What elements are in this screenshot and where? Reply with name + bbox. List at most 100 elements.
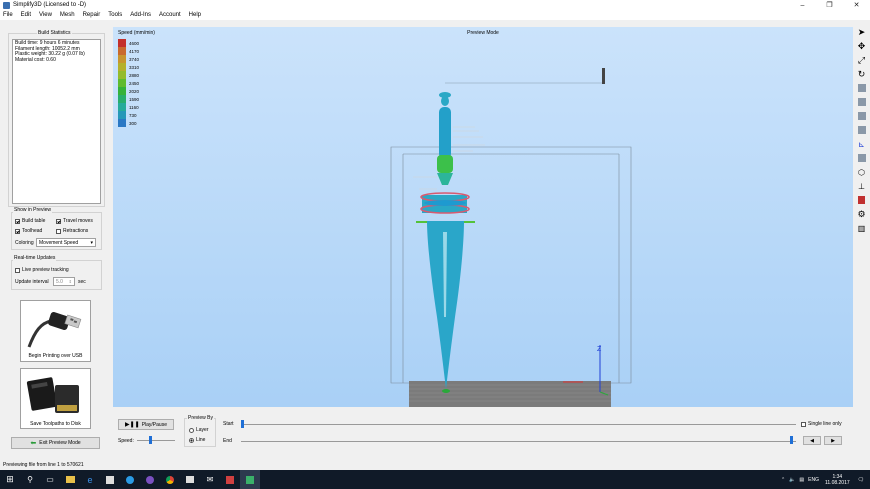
exit-preview-label: Exit Preview Mode (39, 440, 81, 446)
menu-add-ins[interactable]: Add-Ins (130, 12, 151, 18)
exit-preview-button[interactable]: ⬅ Exit Preview Mode (11, 437, 100, 449)
taskbar-edge[interactable]: e (80, 470, 100, 489)
language-indicator[interactable]: ENG (808, 477, 819, 483)
cube-icon (857, 98, 866, 106)
network-icon[interactable]: ▤ (799, 477, 804, 483)
rotate-tool-button[interactable]: ↻ (856, 68, 868, 80)
supports-button[interactable] (856, 194, 868, 206)
close-button[interactable]: ✕ (843, 0, 870, 10)
move-icon: ✥ (857, 40, 866, 51)
speed-slider-handle[interactable] (149, 436, 152, 444)
speed-slider-track[interactable] (137, 440, 175, 441)
preview-viewport[interactable]: Preview Mode Speed (mm/min) 4600 4170 3740… (113, 27, 853, 407)
taskbar-mail[interactable]: ✉ (200, 470, 220, 489)
task-view-button[interactable]: ▭ (40, 470, 60, 489)
tray-chevron-icon[interactable]: ⌃ (781, 477, 785, 483)
scale-tool-button[interactable]: ⤢ (856, 54, 868, 66)
spinner-arrows-icon: ⇕ (68, 279, 72, 284)
end-slider-handle[interactable] (790, 436, 793, 444)
menu-account[interactable]: Account (159, 12, 181, 18)
step-forward-button[interactable]: ▶ (824, 436, 842, 445)
notifications-icon[interactable]: 🗨 (858, 477, 864, 483)
menu-tools[interactable]: Tools (108, 12, 122, 18)
taskbar-chrome[interactable] (160, 470, 180, 489)
rotate-icon: ↻ (857, 68, 866, 79)
checkbox-checked-icon[interactable] (15, 218, 20, 224)
settings-button[interactable]: ⚙ (856, 208, 868, 220)
sd-save-card[interactable]: Save Toolpaths to Disk (20, 368, 91, 429)
coloring-label-text: Coloring (15, 240, 34, 246)
usb-print-card[interactable]: Begin Printing over USB (20, 300, 91, 362)
single-line-checkbox[interactable]: Single line only (801, 421, 842, 427)
select-tool-button[interactable]: ➤ (856, 26, 868, 38)
live-preview-tracking-label: Live preview tracking (22, 267, 69, 273)
play-pause-button[interactable]: ▶❚❚ Play/Pause (118, 419, 174, 430)
update-interval-spinner[interactable]: 5.0 ⇕ (53, 277, 75, 286)
menu-help[interactable]: Help (189, 12, 201, 18)
svg-text:Z: Z (597, 346, 602, 353)
step-forward-icon: ▶ (831, 437, 835, 444)
start-slider-handle[interactable] (241, 420, 244, 428)
clock[interactable]: 1:34 11.08.2017 (825, 474, 850, 486)
layers-button[interactable]: ▥ (856, 222, 868, 234)
build-table-label: Build table (22, 218, 46, 224)
taskbar-store[interactable] (100, 470, 120, 489)
search-button[interactable]: ⚲ (20, 470, 40, 489)
usb-print-label: Begin Printing over USB (28, 353, 83, 359)
radio-unchecked-icon[interactable] (189, 427, 194, 433)
layer-radio[interactable]: Layer (189, 427, 209, 433)
solid-view-button[interactable] (856, 152, 868, 164)
taskbar-simplify3d[interactable] (240, 470, 260, 489)
wireframe-view-button[interactable]: ⬡ (856, 166, 868, 178)
taskbar-viber[interactable] (140, 470, 160, 489)
toolhead-label: Toolhead (22, 228, 43, 234)
start-slider-track[interactable] (241, 424, 796, 425)
checkbox-unchecked-icon[interactable] (56, 228, 61, 234)
view-side-button[interactable] (856, 110, 868, 122)
clock-date: 11.08.2017 (824, 479, 850, 486)
radio-checked-icon[interactable] (189, 437, 194, 443)
update-interval-label: Update interval (15, 279, 49, 285)
build-statistics-title: Build Statistics (37, 30, 72, 36)
volume-icon[interactable]: 🔈 (789, 477, 795, 483)
start-button[interactable]: ⊞ (0, 470, 20, 489)
minimize-button[interactable]: – (789, 0, 816, 10)
toolhead-checkbox[interactable]: Toolhead (15, 228, 42, 234)
checkbox-unchecked-icon[interactable] (801, 421, 806, 427)
coloring-label: Coloring (15, 240, 34, 246)
line-radio[interactable]: Line (189, 437, 205, 443)
live-preview-tracking-checkbox[interactable]: Live preview tracking (15, 267, 69, 273)
end-slider-track[interactable] (241, 441, 796, 442)
step-back-button[interactable]: ◀ (803, 436, 821, 445)
taskbar-app[interactable] (220, 470, 240, 489)
app-icon (3, 1, 10, 9)
checkbox-checked-icon[interactable] (15, 228, 20, 234)
line-radio-label: Line (196, 437, 206, 443)
checkbox-checked-icon[interactable] (56, 218, 61, 224)
taskbar-explorer[interactable] (60, 470, 80, 489)
preview-by-title: Preview By (187, 415, 215, 421)
retractions-checkbox[interactable]: Retractions (56, 228, 88, 234)
update-interval-value: 5.0 (56, 278, 63, 285)
travel-moves-checkbox[interactable]: Travel moves (56, 218, 93, 224)
menu-repair[interactable]: Repair (83, 12, 101, 18)
axes-toggle-button[interactable]: ⊾ (856, 138, 868, 150)
animation-panel: ▶❚❚ Play/Pause Speed: Preview By Layer L… (113, 409, 853, 453)
taskbar-skype[interactable] (120, 470, 140, 489)
maximize-button[interactable]: ❐ (816, 0, 843, 10)
view-top-button[interactable] (856, 82, 868, 94)
move-tool-button[interactable]: ✥ (856, 40, 868, 52)
update-interval-text: Update interval (15, 279, 49, 285)
end-label: End (223, 438, 232, 444)
menu-edit[interactable]: Edit (21, 12, 31, 18)
taskbar-photos[interactable] (180, 470, 200, 489)
coloring-select[interactable]: Movement Speed ▾ (36, 238, 96, 247)
cross-section-button[interactable]: ⊥ (856, 180, 868, 192)
build-table-checkbox[interactable]: Build table (15, 218, 45, 224)
view-iso-button[interactable] (856, 124, 868, 136)
menu-file[interactable]: File (3, 12, 13, 18)
checkbox-unchecked-icon[interactable] (15, 267, 20, 273)
menu-view[interactable]: View (39, 12, 52, 18)
view-front-button[interactable] (856, 96, 868, 108)
menu-mesh[interactable]: Mesh (60, 12, 75, 18)
